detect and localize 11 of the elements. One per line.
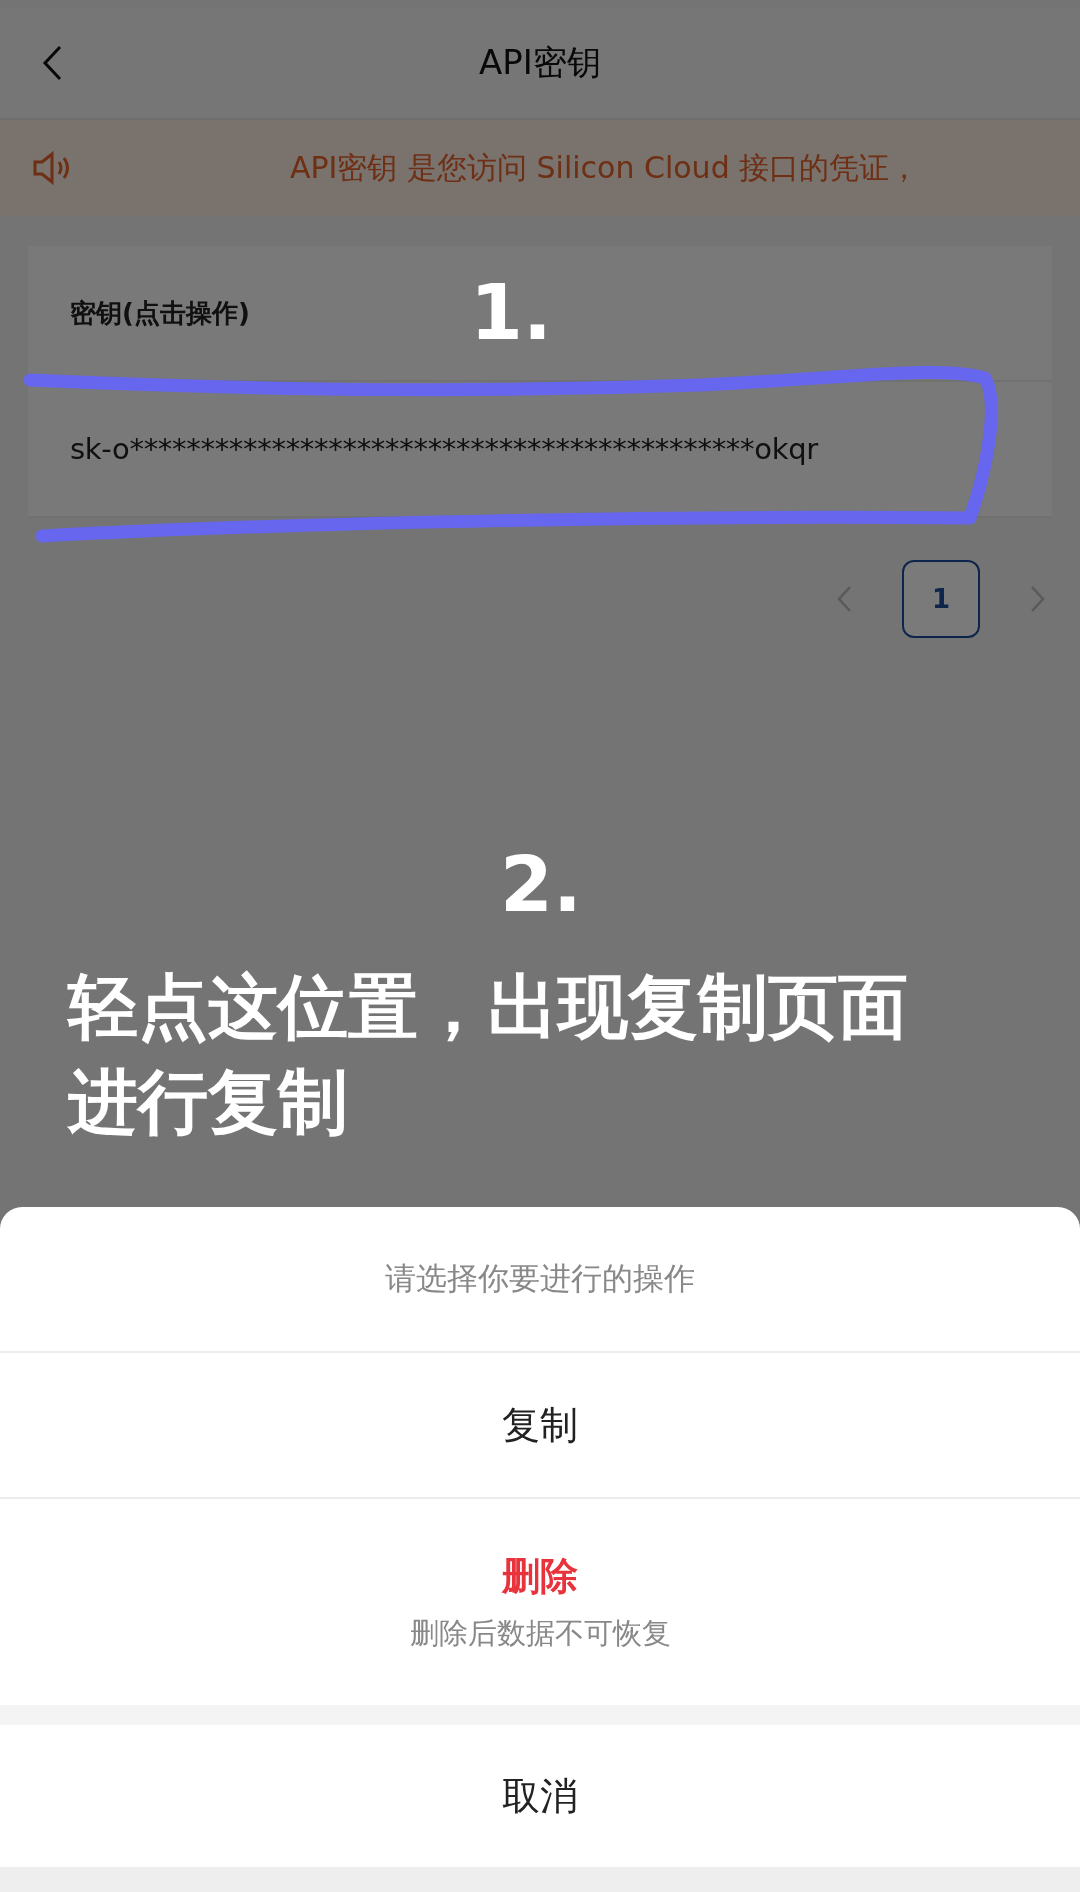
key-cell[interactable]: sk-o********************************************okqr: [28, 382, 1052, 518]
back-icon[interactable]: [42, 45, 62, 81]
page-title: API密钥: [479, 41, 601, 84]
annotation-text: 轻点这位置，出现复制页面进行复制: [68, 965, 909, 1145]
notice-text: API密钥 是您访问 Silicon Cloud 接口的凭证，: [290, 148, 920, 187]
annotation-text: 2.: [500, 840, 582, 929]
page-button[interactable]: 1: [902, 560, 980, 638]
annotation-text: 1.: [470, 268, 552, 357]
next-page-icon[interactable]: [1030, 585, 1046, 613]
speaker-icon: [32, 151, 72, 185]
previous-page-icon[interactable]: [836, 585, 852, 613]
